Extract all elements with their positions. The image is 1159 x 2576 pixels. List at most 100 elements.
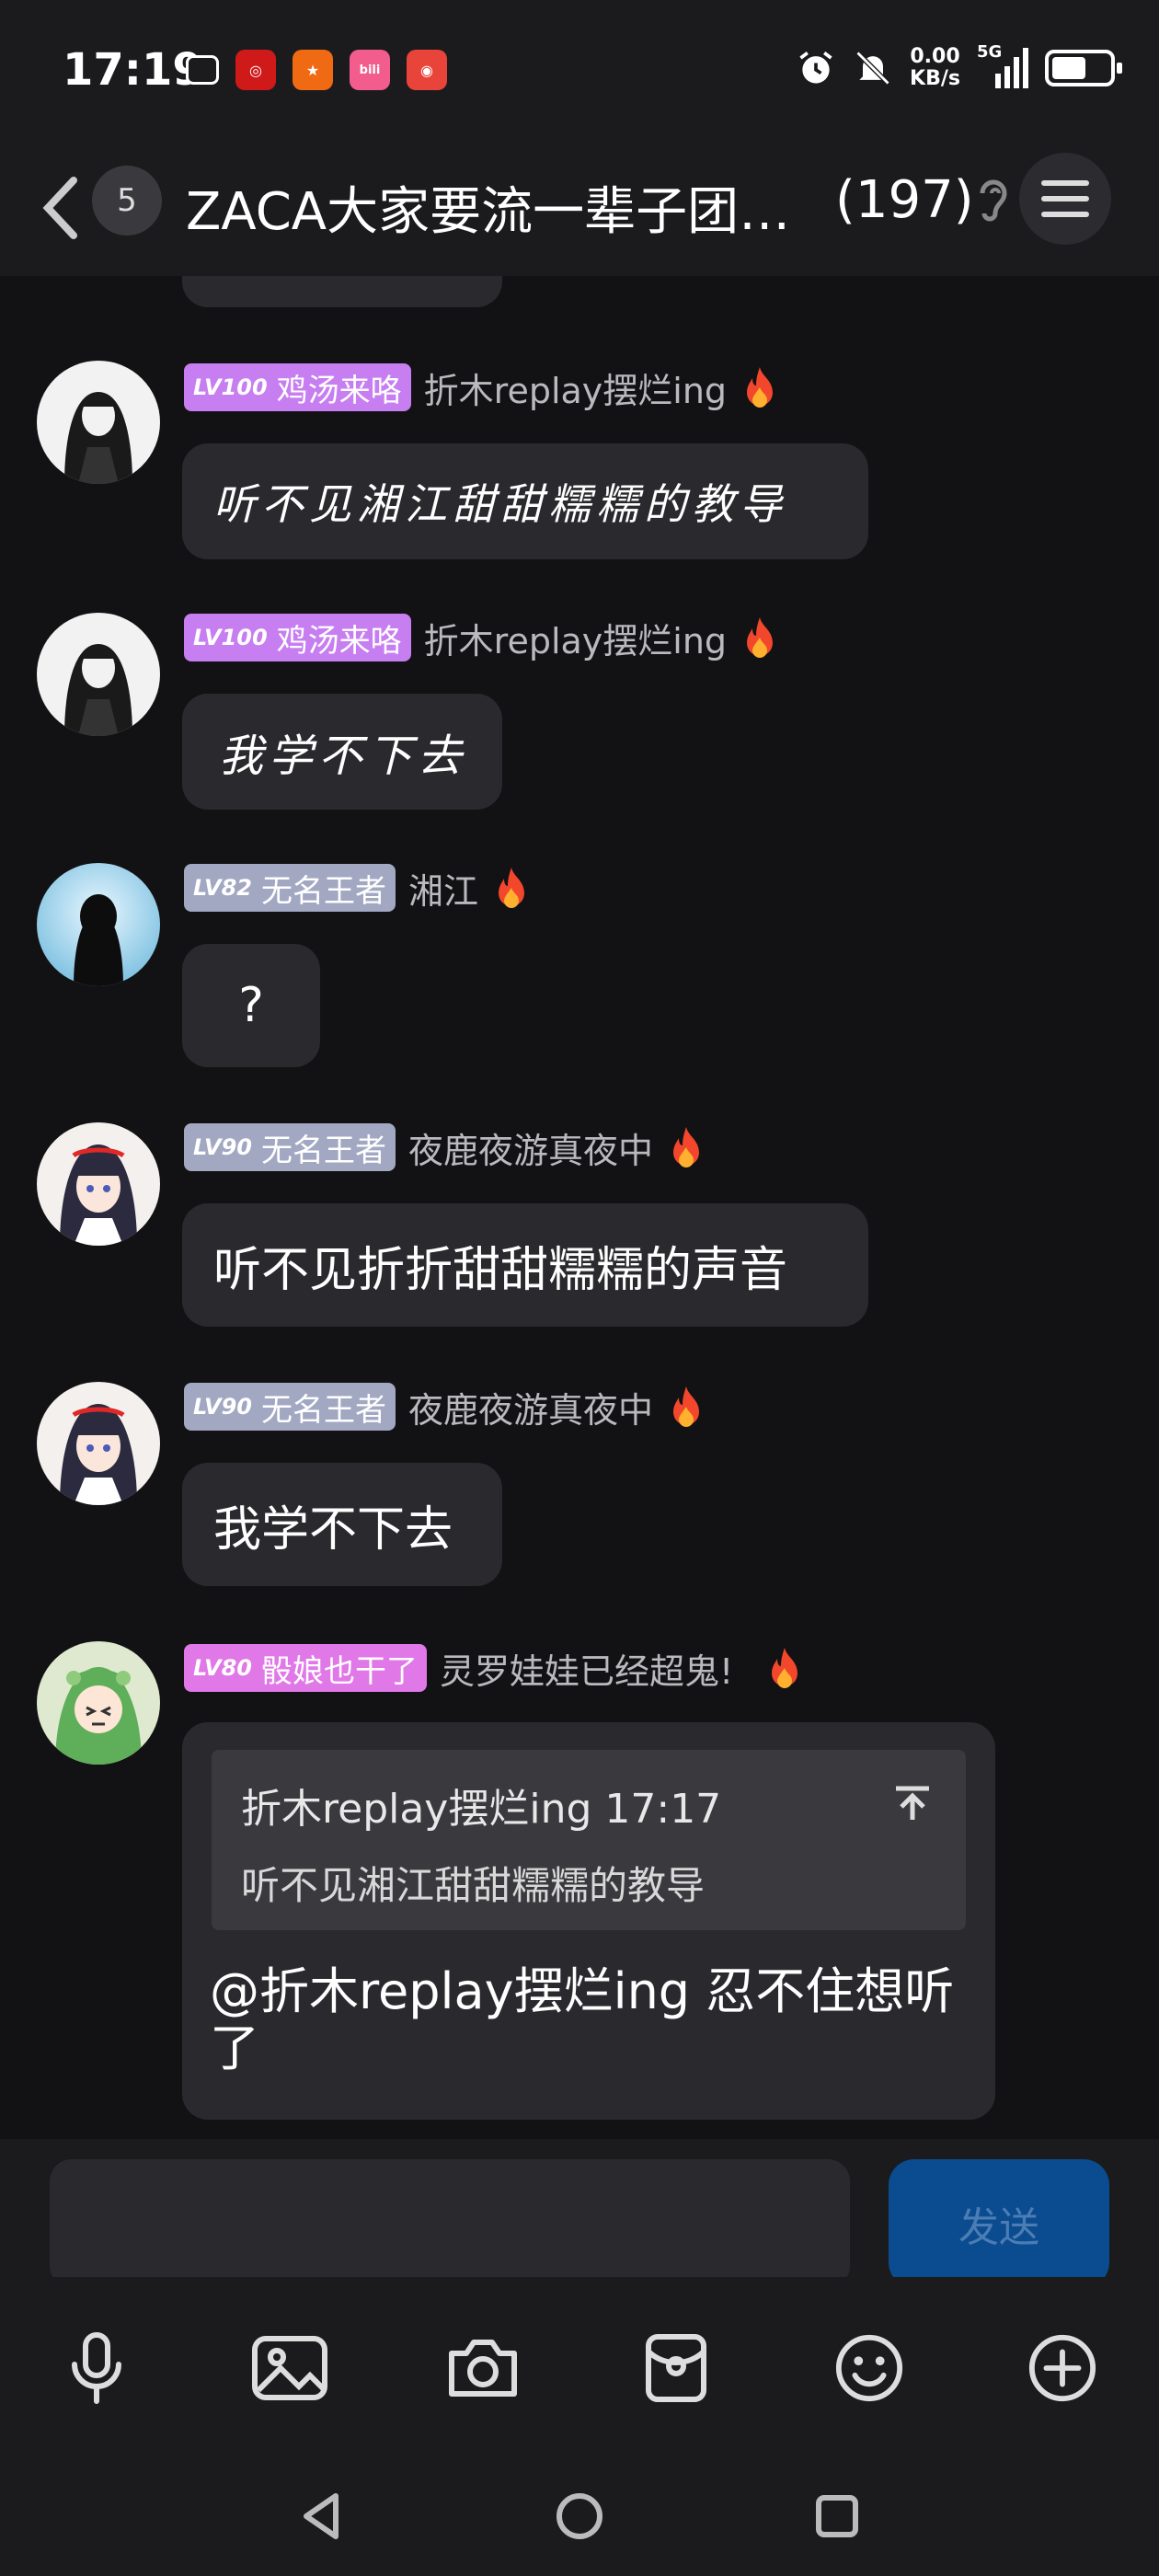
avatar[interactable] <box>37 1382 160 1505</box>
level-badge[interactable]: LV90 无名王者 <box>184 1383 396 1431</box>
tv-app-icon <box>186 55 219 85</box>
battery-cap <box>1117 63 1122 74</box>
level-title: 无名王者 <box>260 872 386 910</box>
level-text: LV90 <box>193 1394 252 1420</box>
voice-button[interactable] <box>55 2327 138 2409</box>
level-title: 鸡汤来咯 <box>276 622 402 660</box>
message-bubble[interactable]: 我学不下去 <box>182 694 502 810</box>
network-type: 5G <box>977 42 1003 62</box>
level-badge[interactable]: LV100 鸡汤来咯 <box>184 363 411 411</box>
nav-home-button[interactable] <box>543 2479 616 2553</box>
image-button[interactable] <box>248 2327 331 2409</box>
fire-icon <box>672 1386 699 1427</box>
more-button[interactable] <box>1021 2327 1104 2409</box>
alarm-icon <box>799 52 832 84</box>
menu-button[interactable] <box>1019 153 1111 245</box>
camera-button[interactable] <box>442 2327 524 2409</box>
level-badge[interactable]: LV80 骰娘也干了 <box>184 1644 427 1692</box>
message-bubble[interactable]: 我学不下去 <box>182 1463 502 1586</box>
message-text: 我学不下去 <box>219 730 468 782</box>
level-title: 无名王者 <box>260 1132 386 1169</box>
message-bubble[interactable]: 听不见折折甜甜糯糯的声音 <box>182 1203 868 1327</box>
nav-recents-button[interactable] <box>800 2479 874 2553</box>
avatar[interactable] <box>37 863 160 986</box>
input-toolbar <box>0 2277 1159 2443</box>
sender-name[interactable]: 夜鹿夜游真夜中 <box>408 1122 653 1173</box>
member-count[interactable]: (197) <box>835 170 974 230</box>
system-nav-bar <box>0 2443 1159 2576</box>
status-app-icons: ◎ ★ bili ◉ <box>186 50 447 90</box>
net-speed-unit: KB/s <box>910 67 960 90</box>
battery-icon <box>1045 50 1122 86</box>
emoji-button[interactable] <box>828 2327 911 2409</box>
nav-back-button[interactable] <box>285 2479 359 2553</box>
message-meta: LV90 无名王者 夜鹿夜游真夜中 <box>184 1382 706 1432</box>
message-text: 听不见湘江甜甜糯糯的教导 <box>213 479 787 529</box>
message-meta: LV100 鸡汤来咯 折木replay摆烂ing <box>184 613 780 662</box>
back-button[interactable] <box>40 171 96 245</box>
message-input[interactable] <box>50 2159 850 2288</box>
chevron-left-icon <box>42 177 77 239</box>
message-bubble[interactable]: ? <box>182 944 320 1067</box>
level-badge[interactable]: LV100 鸡汤来咯 <box>184 614 411 661</box>
level-badge[interactable]: LV82 无名王者 <box>184 864 396 912</box>
message-text: 我学不下去 <box>213 1501 453 1558</box>
chat-title[interactable]: ZACA大家要流一辈子团… <box>186 170 811 245</box>
fire-icon <box>498 868 524 908</box>
sender-name[interactable]: 灵罗娃娃已经超鬼! <box>440 1643 733 1694</box>
red-packet-button[interactable] <box>635 2327 717 2409</box>
chat-message-list[interactable]: LV100 鸡汤来咯 折木replay摆烂ing 听不见湘江甜甜糯糯的教导 LV… <box>0 276 1159 2139</box>
sender-name[interactable]: 折木replay摆烂ing <box>424 613 727 663</box>
square-recents-icon <box>816 2495 858 2537</box>
message-meta: LV90 无名王者 夜鹿夜游真夜中 <box>184 1122 706 1172</box>
level-title: 鸡汤来咯 <box>276 372 402 409</box>
net-speed: 0.00 KB/s <box>910 46 960 90</box>
message-text: ? <box>238 978 264 1033</box>
sender-name[interactable]: 折木replay摆烂ing <box>424 362 727 413</box>
status-right: 0.00 KB/s 5G <box>796 42 1122 90</box>
message-text: 听不见折折甜甜糯糯的声音 <box>213 1242 788 1298</box>
circle-home-icon <box>557 2493 602 2539</box>
game-app-icon: ◉ <box>407 50 447 90</box>
avatar[interactable] <box>37 613 160 736</box>
status-bar: 17:19 ◎ ★ bili ◉ 0.00 KB/s 5G <box>0 0 1159 138</box>
fire-icon <box>672 1127 699 1167</box>
sender-name[interactable]: 夜鹿夜游真夜中 <box>408 1382 653 1432</box>
quote-author-time: 折木replay摆烂ing 17:17 <box>241 1786 722 1833</box>
quote-text: 听不见湘江甜甜糯糯的教导 <box>241 1863 706 1908</box>
level-title: 无名王者 <box>260 1391 386 1429</box>
level-text: LV80 <box>193 1655 252 1681</box>
input-bar: 发送 <box>0 2139 1159 2288</box>
quote-block[interactable]: 折木replay摆烂ing 17:17 听不见湘江甜甜糯糯的教导 <box>212 1750 966 1930</box>
previous-message-bubble[interactable] <box>182 276 502 307</box>
message-text: @折木replay摆烂ing 忍不住想听了 <box>210 1962 955 2077</box>
hamburger-menu-icon <box>1041 180 1089 217</box>
level-badge[interactable]: LV90 无名王者 <box>184 1123 396 1171</box>
emoji-icon <box>835 2334 903 2402</box>
bilibili-app-icon: bili <box>350 50 390 90</box>
fire-icon <box>747 617 774 658</box>
avatar[interactable] <box>37 1122 160 1246</box>
camera-icon <box>449 2340 517 2397</box>
fire-icon <box>772 1648 798 1688</box>
unread-count-badge[interactable]: 5 <box>92 166 162 236</box>
battery-fill <box>1052 57 1085 79</box>
triangle-back-icon <box>304 2493 339 2539</box>
message-bubble[interactable]: 听不见湘江甜甜糯糯的教导 <box>182 443 868 559</box>
avatar[interactable] <box>37 361 160 484</box>
sender-name[interactable]: 湘江 <box>408 863 478 914</box>
image-icon <box>252 2336 327 2400</box>
send-button[interactable]: 发送 <box>889 2159 1109 2288</box>
level-text: LV100 <box>193 374 268 400</box>
ear-icon[interactable] <box>975 175 1012 230</box>
signal-indicator: 5G <box>977 42 1028 88</box>
level-text: LV82 <box>193 875 252 901</box>
level-text: LV90 <box>193 1134 252 1160</box>
level-text: LV100 <box>193 625 268 650</box>
jump-to-quote-icon[interactable] <box>892 1783 933 1823</box>
message-meta: LV80 骰娘也干了 灵罗娃娃已经超鬼! <box>184 1643 805 1693</box>
mute-notification-icon <box>855 51 890 86</box>
avatar[interactable] <box>37 1641 160 1765</box>
bank-app-icon: ◎ <box>235 50 276 90</box>
message-bubble[interactable]: 折木replay摆烂ing 17:17 听不见湘江甜甜糯糯的教导 @折木repl… <box>182 1722 995 2120</box>
